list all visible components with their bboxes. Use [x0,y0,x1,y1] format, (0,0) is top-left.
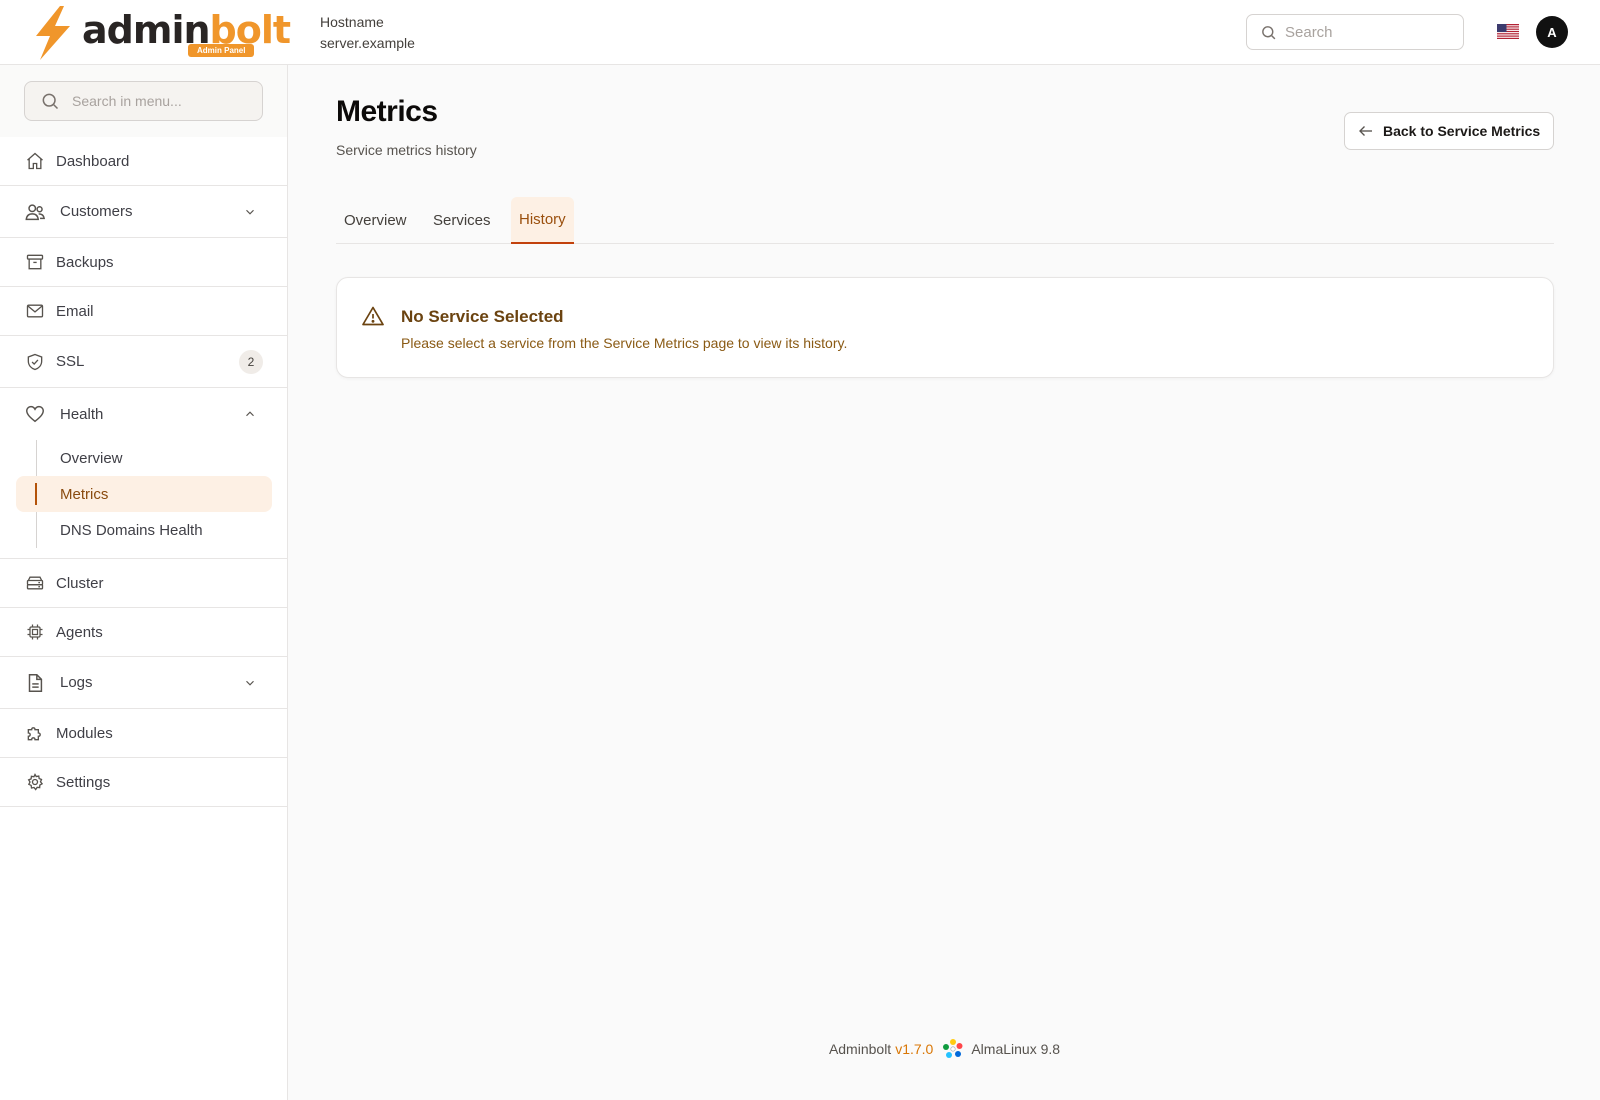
cpu-chip-icon [24,621,46,643]
hostname-block: Hostname server.example [320,12,415,54]
sidebar-item-settings[interactable]: Settings [0,758,287,807]
sidebar-item-label: SSL [56,353,85,370]
alert-title: No Service Selected [401,307,564,326]
footer-version: v1.7.0 [895,1041,934,1057]
tab-services[interactable]: Services [425,197,499,244]
document-icon [24,672,46,694]
puzzle-icon [24,722,46,744]
no-service-alert: No Service Selected Please select a serv… [336,277,1554,378]
metrics-tabs: Overview Services History [336,197,1554,244]
sidebar-item-email[interactable]: Email [0,287,287,336]
sidebar-group-health: Health Overview Metrics DNS Domains Heal… [0,388,287,559]
server-stack-icon [24,572,46,594]
page-subtitle: Service metrics history [336,142,477,158]
back-button-label: Back to Service Metrics [1383,123,1541,139]
sidebar-subitem-overview[interactable]: Overview [16,440,272,476]
bolt-logo-icon [36,6,70,60]
sidebar-item-modules[interactable]: Modules [0,709,287,758]
search-icon [42,93,59,110]
brand-logo[interactable]: adminbolt Admin Panel [30,6,291,60]
brand-badge: Admin Panel [188,44,255,57]
top-bar: adminbolt Admin Panel Hostname server.ex… [0,0,1600,65]
hostname-value: server.example [320,35,415,51]
alert-message: Please select a service from the Service… [401,335,848,351]
chevron-up-icon[interactable] [243,407,257,421]
sidebar-search-wrap [0,65,287,137]
ssl-count-badge: 2 [239,349,263,374]
archive-icon [24,251,46,273]
sidebar-item-label: Cluster [56,574,104,592]
brand-wordmark: adminbolt [82,8,291,52]
search-icon [1262,25,1276,39]
cog-icon [24,771,46,793]
hostname-label: Hostname [320,14,384,30]
chevron-down-icon[interactable] [243,205,257,219]
sidebar-search[interactable] [24,81,263,121]
main-content: Metrics Service metrics history Back to … [289,65,1600,1100]
sidebar-item-agents[interactable]: Agents [0,608,287,657]
page-title: Metrics [336,95,438,128]
footer: Adminbolt v1.7.0 AlmaLinux 9.8 [289,1034,1600,1064]
sidebar-search-input[interactable] [72,93,252,109]
footer-os: AlmaLinux 9.8 [971,1041,1061,1057]
sidebar-item-ssl[interactable]: SSL 2 [0,336,287,388]
home-icon [24,150,46,172]
sidebar-item-label: Agents [56,623,103,641]
sidebar-item-label: Dashboard [56,152,130,170]
sidebar-item-label: Settings [56,773,111,791]
sidebar-subitem-metrics[interactable]: Metrics [16,476,272,512]
global-search-input[interactable] [1285,23,1445,41]
sidebar-item-label: Backups [56,253,114,271]
footer-product: Adminbolt [828,1041,892,1057]
users-icon [24,201,46,223]
sidebar-item-label: Logs [60,674,93,691]
sidebar-subitem-dns-domains-health[interactable]: DNS Domains Health [16,512,272,548]
sidebar-item-health[interactable]: Health [0,388,287,440]
health-subnav: Overview Metrics DNS Domains Health [16,440,272,548]
sidebar-item-cluster[interactable]: Cluster [0,559,287,608]
sidebar-item-label: Customers [60,203,133,220]
arrow-left-icon [1359,126,1372,136]
heart-icon [24,403,46,425]
sidebar-item-label: Email [56,302,94,320]
sidebar-item-logs[interactable]: Logs [0,657,287,709]
global-search[interactable] [1246,14,1464,50]
sidebar-item-label: Modules [56,724,113,742]
almalinux-icon [943,1039,963,1058]
mail-icon [24,300,46,322]
shield-check-icon [24,351,46,373]
warning-triangle-icon [362,306,384,326]
sidebar-item-customers[interactable]: Customers [0,186,287,238]
us-flag-icon[interactable] [1497,24,1519,39]
sidebar-item-label: Health [60,405,104,423]
sidebar: Dashboard Customers Backups Email SSL 2 [0,65,288,1100]
chevron-down-icon[interactable] [243,676,257,690]
sidebar-item-dashboard[interactable]: Dashboard [0,137,287,186]
back-to-service-metrics-button[interactable]: Back to Service Metrics [1344,112,1555,150]
tab-history[interactable]: History [511,197,574,244]
user-avatar[interactable]: A [1536,16,1568,48]
tab-overview[interactable]: Overview [336,197,415,244]
sidebar-item-backups[interactable]: Backups [0,238,287,287]
